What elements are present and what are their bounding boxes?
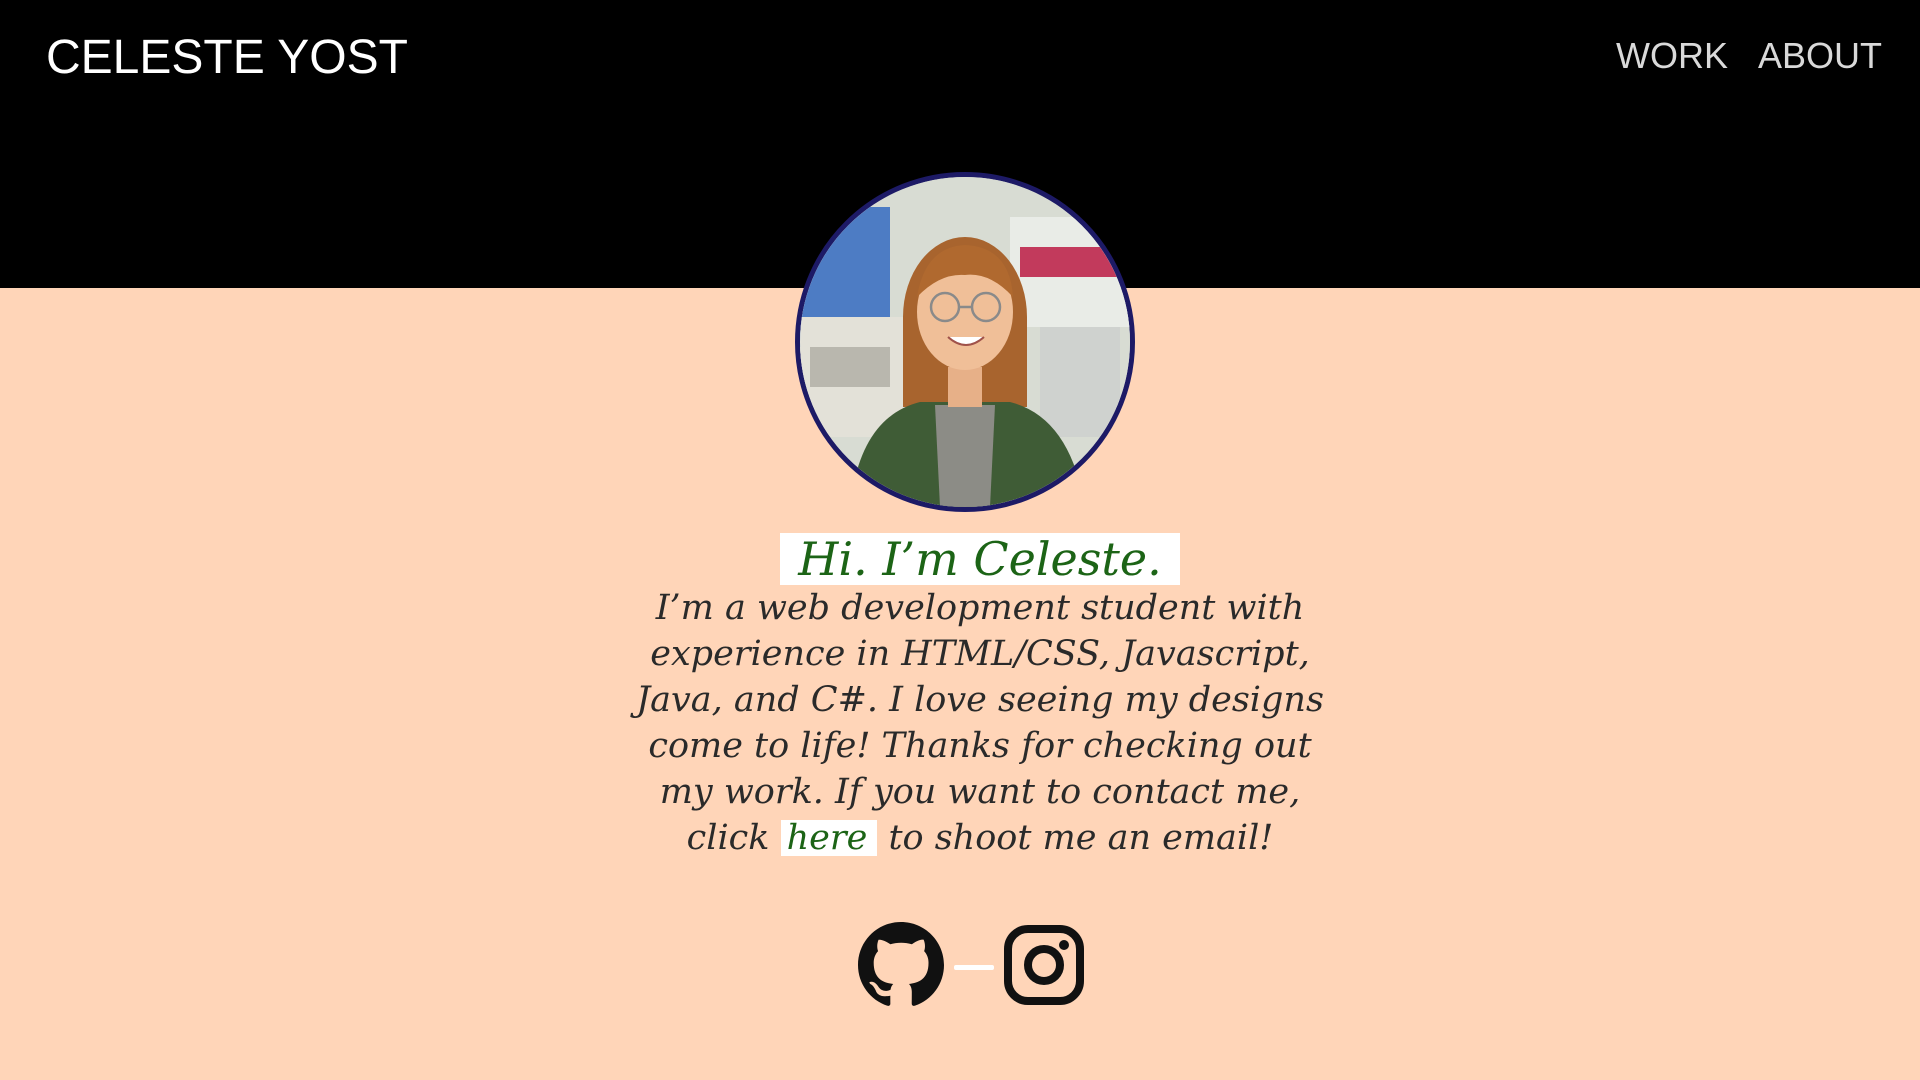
instagram-link[interactable] — [1004, 925, 1084, 1010]
email-link[interactable]: here — [780, 820, 878, 856]
instagram-icon — [1004, 925, 1084, 1005]
site-title[interactable]: CELESTE YOST — [46, 28, 408, 88]
github-icon — [858, 922, 944, 1006]
intro-section: Hi. I’m Celeste. I’m a web development s… — [560, 533, 1400, 861]
profile-photo-illustration — [800, 177, 1130, 507]
nav-work-link[interactable]: WORK — [1616, 32, 1728, 80]
main-nav: WORK ABOUT — [1616, 32, 1882, 80]
social-links — [858, 922, 1084, 1013]
greeting-heading: Hi. I’m Celeste. — [780, 533, 1180, 585]
divider-dash — [954, 965, 994, 970]
profile-photo — [795, 172, 1135, 512]
bio-paragraph: I’m a web development student with exper… — [620, 585, 1340, 861]
nav-about-link[interactable]: ABOUT — [1758, 32, 1882, 80]
bio-text-end: to shoot me an email! — [888, 818, 1274, 858]
github-link[interactable] — [858, 922, 944, 1013]
